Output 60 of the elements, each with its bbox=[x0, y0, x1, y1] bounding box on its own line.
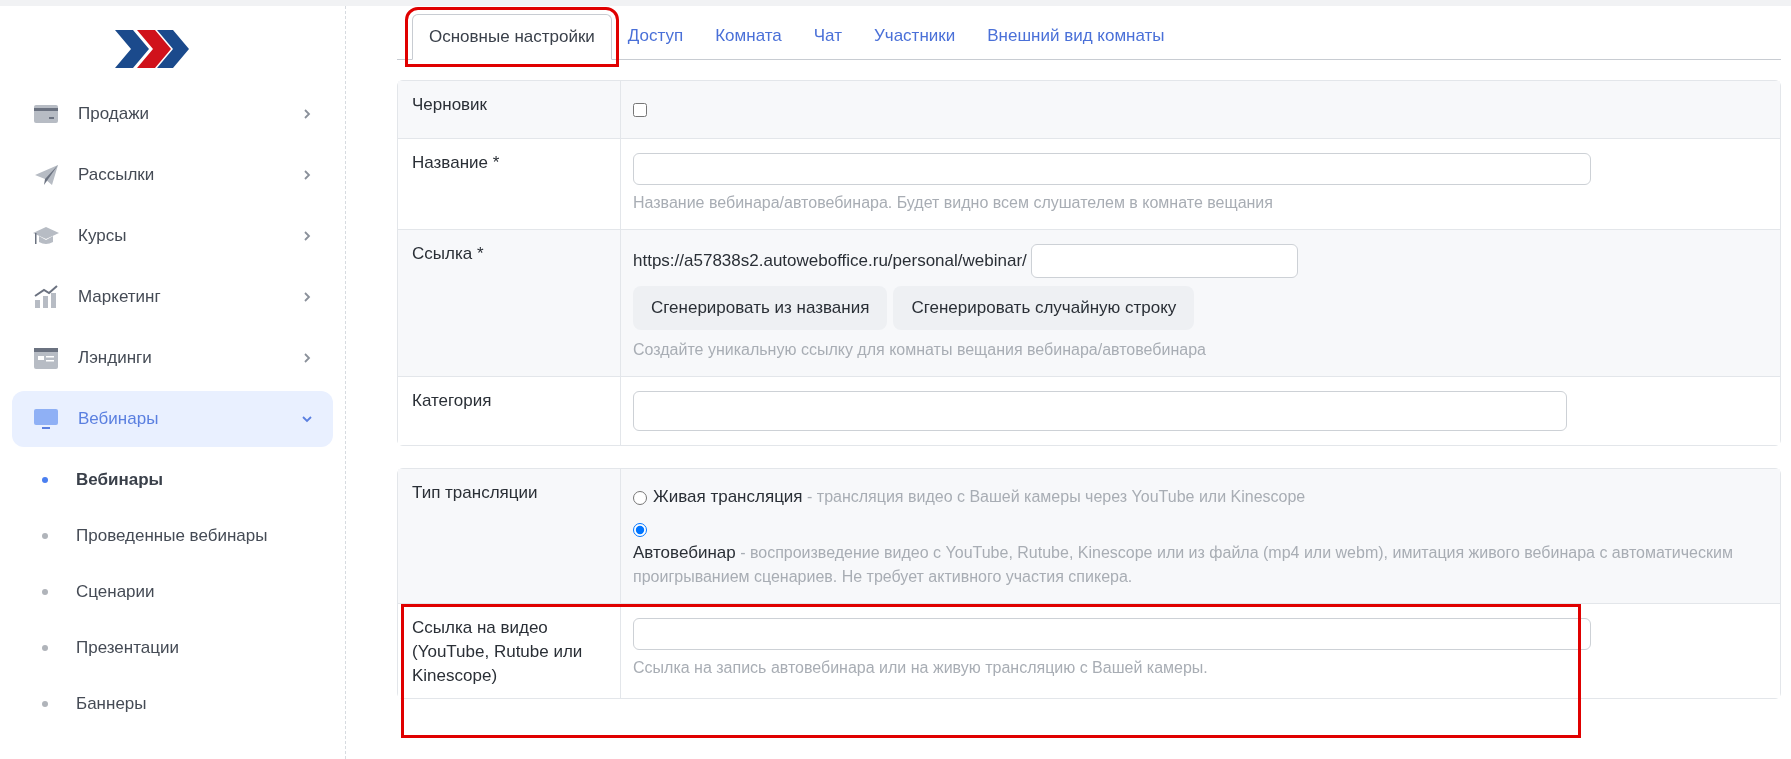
text-field[interactable] bbox=[633, 153, 1591, 185]
chart-icon bbox=[34, 285, 58, 308]
menu-label: Лэндинги bbox=[78, 347, 153, 370]
bullet-icon bbox=[42, 477, 48, 483]
chevron-icon bbox=[301, 413, 313, 425]
hint-text: Ссылка на запись автовебинара или на живую трансляцию с Вашей камеры. bbox=[633, 658, 1209, 678]
menu-label: Рассылки bbox=[78, 164, 156, 187]
url-prefix: https://a57838s2.autoweboffice.ru/personal/webinar/ bbox=[633, 250, 1027, 273]
sidebar-item[interactable]: Рассылки bbox=[12, 147, 333, 203]
radio-label: Живая трансляция - трансляция видео с Вашей камеры через YouTube или Kinescope bbox=[653, 486, 1306, 508]
chevron-icon bbox=[301, 352, 313, 364]
radio-button[interactable] bbox=[633, 490, 647, 505]
menu-label: Продажи bbox=[78, 103, 150, 126]
field-label: Тип трансляции bbox=[412, 482, 539, 504]
monitor-icon bbox=[34, 409, 58, 429]
field-label: Название * bbox=[412, 152, 501, 174]
radio-button[interactable] bbox=[633, 522, 647, 537]
submenu-item[interactable]: Проведенные вебинары bbox=[0, 508, 345, 564]
tab[interactable]: Внешний вид комнаты bbox=[971, 13, 1181, 59]
generate-button[interactable]: Сгенерировать из названия bbox=[633, 286, 888, 330]
menu-label: Вебинары bbox=[78, 408, 160, 431]
card-icon bbox=[34, 105, 58, 123]
bullet-icon bbox=[42, 533, 48, 539]
chevron-icon bbox=[301, 169, 313, 181]
chevron-icon bbox=[301, 291, 313, 303]
submenu-item[interactable]: Презентации bbox=[0, 620, 345, 676]
text-field[interactable] bbox=[633, 391, 1567, 431]
bullet-icon bbox=[42, 589, 48, 595]
field-label: Черновик bbox=[412, 94, 489, 116]
text-field[interactable] bbox=[633, 618, 1591, 650]
generate-button[interactable]: Сгенерировать случайную строку bbox=[893, 286, 1195, 330]
field-label: Ссылка * bbox=[412, 243, 485, 265]
menu-label: Маркетинг bbox=[78, 286, 162, 309]
hint-text: Название вебинара/автовебинара. Будет видно всем слушателем в комнате вещания bbox=[633, 193, 1274, 213]
graduation-cap-icon bbox=[33, 227, 59, 244]
slug-field[interactable] bbox=[1030, 244, 1298, 278]
logo-icon bbox=[114, 30, 191, 68]
sidebar-item[interactable]: Продажи bbox=[12, 86, 333, 142]
submenu-item[interactable]: Сценарии bbox=[0, 564, 345, 620]
bullet-icon bbox=[42, 701, 48, 707]
tab[interactable]: Комната bbox=[699, 13, 798, 59]
draft-checkbox[interactable] bbox=[633, 103, 647, 117]
hint-text: Создайте уникальную ссылку для комнаты вещания вебинара/автовебинара bbox=[633, 340, 1207, 360]
menu-label: Курсы bbox=[78, 225, 128, 248]
browser-window-icon bbox=[34, 348, 58, 369]
tab[interactable]: Участники bbox=[858, 13, 972, 59]
sidebar-item[interactable]: Лэндинги bbox=[12, 330, 333, 386]
chevron-icon bbox=[301, 230, 313, 242]
field-label: Ссылка на видео (YouTube, Rutube или Kinescope) bbox=[412, 617, 584, 687]
chevron-icon bbox=[301, 108, 313, 120]
tab[interactable]: Чат bbox=[797, 13, 858, 59]
radio-label: Автовебинар - воспроизведение видео с YouTube, Rutube, Kinescope или из файла (mp4 или webm), имитация живого вебинара с автоматическим проигрыванием сценариев. Не требует активного участия спикера. bbox=[633, 542, 1734, 587]
sidebar-item[interactable]: Курсы bbox=[12, 208, 333, 264]
bullet-icon bbox=[42, 645, 48, 651]
submenu-item[interactable]: Баннеры bbox=[0, 676, 345, 732]
submenu-item[interactable]: Вебинары bbox=[0, 452, 345, 508]
field-label: Категория bbox=[412, 390, 493, 412]
sidebar-item[interactable]: Маркетинг bbox=[12, 269, 333, 325]
paper-plane-icon bbox=[35, 165, 58, 185]
tab[interactable]: Доступ bbox=[611, 13, 700, 59]
